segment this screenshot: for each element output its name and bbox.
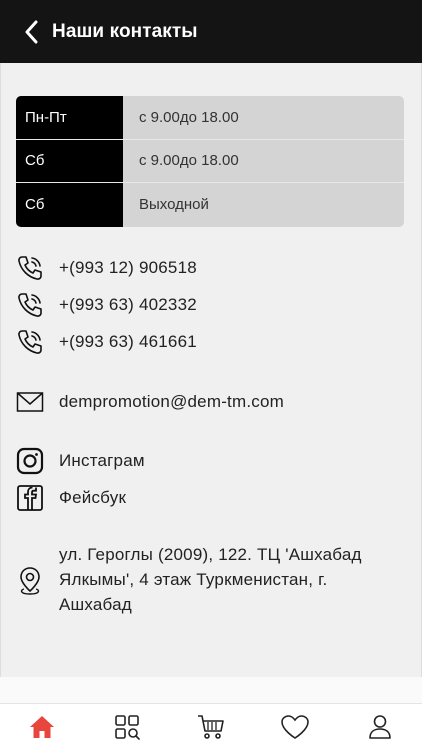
phone-number: +(993 12) 906518 — [59, 258, 197, 277]
email-address: dempromotion@dem-tm.com — [59, 392, 284, 411]
tab-favorites[interactable] — [275, 707, 315, 747]
phone-icon — [15, 290, 45, 320]
separator — [0, 677, 422, 703]
hours-time: с 9.00до 18.00 — [139, 108, 239, 126]
email-item[interactable]: dempromotion@dem-tm.com — [15, 387, 284, 417]
instagram-item[interactable]: Инстаграм — [15, 446, 145, 476]
heart-icon — [281, 715, 310, 739]
address-pin — [15, 566, 45, 596]
cart-icon — [197, 715, 224, 739]
facebook-link: Фейсбук — [59, 488, 127, 507]
catalog-icon — [114, 715, 140, 740]
hours-day: Сб — [16, 139, 123, 183]
chevron-left-icon — [25, 20, 38, 43]
tab-catalog[interactable] — [107, 707, 147, 747]
tab-profile[interactable] — [360, 707, 400, 747]
phone-icon — [15, 253, 45, 283]
contacts-content: Пн-Пт с 9.00до 18.00 Сб с 9.00до 18.00 С… — [0, 63, 422, 677]
back-button[interactable] — [14, 14, 50, 50]
hours-day: Сб — [16, 183, 123, 227]
home-icon — [30, 716, 55, 738]
hours-time: Выходной — [139, 196, 209, 214]
bottom-tab-bar — [0, 703, 422, 750]
facebook-icon — [15, 483, 45, 513]
working-hours-table: Пн-Пт с 9.00до 18.00 Сб с 9.00до 18.00 С… — [16, 96, 404, 227]
tab-cart[interactable] — [191, 707, 231, 747]
instagram-link: Инстаграм — [59, 451, 145, 470]
location-pin-icon — [15, 566, 45, 596]
app-header: Наши контакты — [0, 0, 422, 63]
page-title: Наши контакты — [52, 20, 198, 42]
tab-home[interactable] — [22, 707, 62, 747]
hours-row: Сб Выходной — [16, 183, 404, 227]
address-text: ул. Героглы (2009), 122. ТЦ 'Ашхабад Ялк… — [59, 545, 362, 614]
phone-icon — [15, 327, 45, 357]
phone-number: +(993 63) 461661 — [59, 332, 197, 351]
hours-time: с 9.00до 18.00 — [139, 152, 239, 170]
instagram-icon — [15, 446, 45, 476]
facebook-item[interactable]: Фейсбук — [15, 483, 126, 513]
profile-icon — [368, 715, 391, 739]
hours-row: Пн-Пт с 9.00до 18.00 — [16, 96, 404, 140]
phone-number: +(993 63) 402332 — [59, 295, 197, 314]
phone-item[interactable]: +(993 63) 402332 — [15, 290, 197, 320]
phone-item[interactable]: +(993 12) 906518 — [15, 253, 197, 283]
hours-day: Пн-Пт — [16, 96, 123, 139]
mail-icon — [15, 387, 45, 417]
hours-row: Сб с 9.00до 18.00 — [16, 139, 404, 184]
phone-item[interactable]: +(993 63) 461661 — [15, 327, 197, 357]
